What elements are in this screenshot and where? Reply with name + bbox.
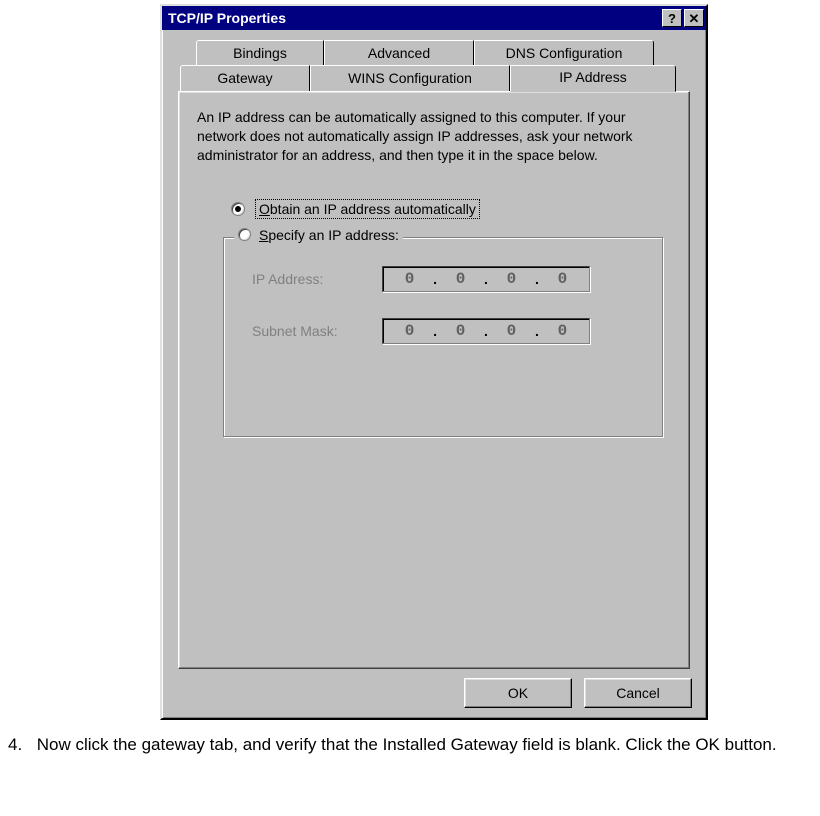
ip-address-row: IP Address: 0. 0. 0. 0: [252, 266, 642, 292]
radio-specify-ip[interactable]: [238, 228, 251, 241]
ip-seg-1: 0: [387, 270, 432, 288]
dialog-buttons: OK Cancel: [464, 678, 692, 708]
ip-seg-3: 0: [489, 270, 534, 288]
group-legend: Specify an IP address:: [234, 227, 403, 243]
titlebar: TCP/IP Properties ? ✕: [162, 6, 706, 30]
description-text: An IP address can be automatically assig…: [197, 108, 671, 165]
close-button[interactable]: ✕: [684, 9, 704, 27]
tab-dns-configuration[interactable]: DNS Configuration: [474, 40, 654, 66]
specify-ip-group: Specify an IP address: IP Address: 0. 0.…: [223, 237, 663, 437]
caption-text: Now click the gateway tab, and verify th…: [37, 735, 777, 754]
mask-seg-2: 0: [438, 322, 483, 340]
tabs-row-1: Bindings Advanced DNS Configuration: [166, 40, 702, 66]
tab-advanced[interactable]: Advanced: [324, 40, 474, 66]
ip-address-input[interactable]: 0. 0. 0. 0: [382, 266, 590, 292]
subnet-mask-input[interactable]: 0. 0. 0. 0: [382, 318, 590, 344]
tab-wins-configuration[interactable]: WINS Configuration: [310, 65, 510, 91]
radio-obtain-auto-label: Obtain an IP address automatically: [255, 199, 480, 219]
tab-bindings[interactable]: Bindings: [196, 40, 324, 66]
ip-seg-4: 0: [540, 270, 585, 288]
radio-specify-ip-label: Specify an IP address:: [259, 227, 399, 243]
radio-obtain-auto[interactable]: [231, 202, 245, 216]
caption-number: 4.: [8, 730, 32, 761]
tab-gateway[interactable]: Gateway: [180, 65, 310, 91]
ip-seg-2: 0: [438, 270, 483, 288]
tcpip-properties-window: TCP/IP Properties ? ✕ Bindings Advanced …: [160, 4, 708, 720]
help-button[interactable]: ?: [662, 9, 682, 27]
instruction-caption: 4. Now click the gateway tab, and verify…: [8, 730, 808, 761]
client-area: Bindings Advanced DNS Configuration Gate…: [162, 30, 706, 675]
window-title: TCP/IP Properties: [164, 10, 660, 26]
mask-seg-3: 0: [489, 322, 534, 340]
radio-obtain-auto-row: Obtain an IP address automatically: [231, 199, 671, 219]
tab-ip-address[interactable]: IP Address: [510, 65, 676, 92]
subnet-mask-row: Subnet Mask: 0. 0. 0. 0: [252, 318, 642, 344]
ip-address-label: IP Address:: [252, 271, 382, 287]
close-icon: ✕: [689, 12, 700, 25]
mask-seg-1: 0: [387, 322, 432, 340]
cancel-button[interactable]: Cancel: [584, 678, 692, 708]
subnet-mask-label: Subnet Mask:: [252, 323, 382, 339]
radio-dot-icon: [235, 206, 241, 212]
question-icon: ?: [668, 12, 676, 25]
tabs-row-2: Gateway WINS Configuration IP Address: [166, 65, 702, 91]
ok-button[interactable]: OK: [464, 678, 572, 708]
tab-page-ip-address: An IP address can be automatically assig…: [178, 91, 690, 669]
mask-seg-4: 0: [540, 322, 585, 340]
